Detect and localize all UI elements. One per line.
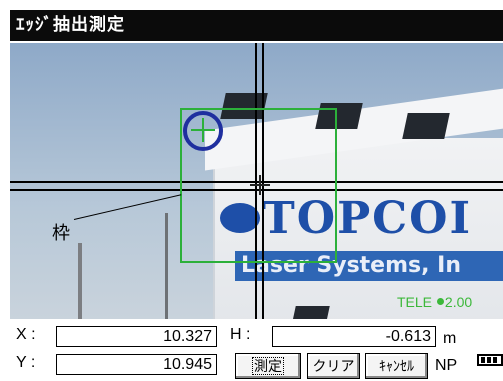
clear-button[interactable]: クリア (307, 353, 360, 379)
measure-button-label: 測定 (252, 357, 284, 375)
frame-callout-label: 枠 (52, 223, 70, 244)
building-window (402, 113, 450, 139)
zoom-indicator: TELE 2.00 (397, 294, 472, 310)
x-label: X : (16, 326, 36, 343)
battery-icon (477, 354, 503, 366)
measurement-panel: X : 10.327 H : -0.613 m Y : 10.945 測定 クリ… (10, 320, 503, 381)
np-indicator: NP (435, 357, 458, 374)
zoom-value: 2.00 (444, 294, 473, 310)
h-label: H : (230, 326, 251, 343)
cancel-button[interactable]: ｷｬﾝｾﾙ (365, 353, 428, 379)
camera-viewport[interactable]: TOPCOI Laser Systems, In 枠 TELE 2.00 (10, 43, 503, 319)
measure-button[interactable]: 測定 (235, 353, 301, 379)
x-value-field: 10.327 (56, 326, 217, 347)
target-cross (202, 118, 204, 142)
zoom-dot-icon (436, 298, 444, 305)
h-unit: m (443, 330, 457, 347)
antenna-pole (165, 213, 168, 319)
h-value-field: -0.613 (272, 326, 436, 347)
window-title: ｴｯｼﾞ抽出測定 (10, 10, 503, 41)
y-value-field: 10.945 (56, 354, 217, 375)
app-window: ｴｯｼﾞ抽出測定 TOPCOI Laser Systems, In 枠 TELE… (10, 10, 503, 381)
antenna-pole (78, 243, 82, 319)
y-label: Y : (16, 354, 36, 371)
zoom-prefix: TELE (397, 294, 433, 310)
building-window (290, 306, 330, 319)
